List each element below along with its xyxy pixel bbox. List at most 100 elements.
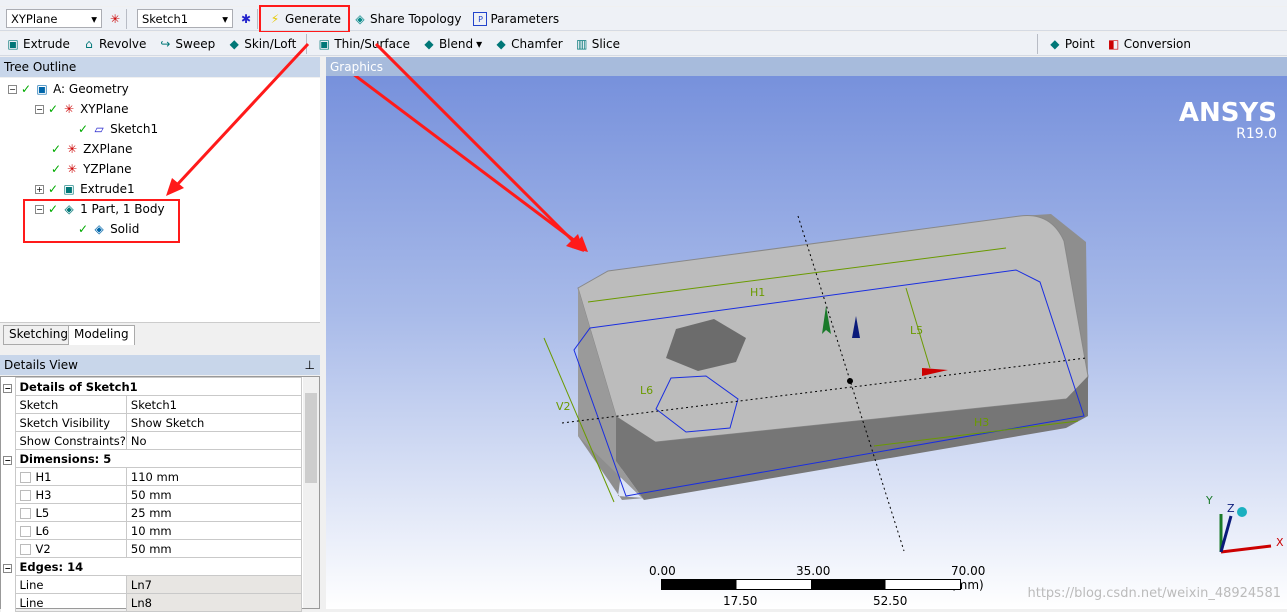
new-sketch-icon[interactable]: ✱ — [239, 12, 253, 26]
slice-icon: ▥ — [576, 36, 588, 51]
share-topology-icon: ◈ — [355, 11, 365, 26]
graphics-viewport[interactable]: ANSYS R19.0 H1 L5 L6 V2 H3 Y Z X 0.00 35.… — [326, 76, 1287, 609]
conversion-button[interactable]: ◧ Conversion — [1101, 33, 1197, 55]
watermark: https://blog.csdn.net/weixin_48924581 — [1027, 586, 1281, 601]
revolve-button[interactable]: ⌂ Revolve — [76, 33, 152, 55]
point-icon: ◆ — [1050, 36, 1060, 51]
parameter-checkbox[interactable] — [19, 489, 31, 501]
dim-label-h1[interactable]: H1 — [750, 286, 765, 299]
details-group[interactable]: − Details of Sketch1 — [1, 377, 302, 396]
parameter-checkbox[interactable] — [19, 471, 31, 483]
details-row[interactable]: H1 110 mm — [1, 467, 303, 486]
check-icon: ✓ — [78, 222, 89, 236]
tree-node-extrude1[interactable]: + ✓ ▣ Extrude1 — [35, 182, 135, 196]
point-button[interactable]: ◆ Point — [1042, 33, 1101, 55]
thin-surface-button[interactable]: ▣ Thin/Surface — [311, 33, 416, 55]
mode-tabs: Sketching Modeling — [0, 322, 320, 346]
details-row[interactable]: Sketch Sketch1 — [1, 395, 303, 414]
tree-node-geometry[interactable]: − ✓ ▣ A: Geometry — [8, 82, 129, 96]
details-row[interactable]: Show Constraints? No — [1, 431, 303, 450]
dim-label-l5[interactable]: L5 — [910, 324, 923, 337]
new-plane-icon[interactable]: ✳ — [108, 12, 122, 26]
slice-button[interactable]: ▥ Slice — [569, 33, 626, 55]
conversion-icon: ◧ — [1108, 36, 1120, 51]
parameter-checkbox[interactable] — [19, 525, 31, 537]
check-icon: ✓ — [51, 162, 62, 176]
collapse-icon[interactable]: − — [1, 449, 15, 468]
tree-node-xyplane[interactable]: − ✓ ✳ XYPlane — [35, 102, 129, 116]
plane-icon: ✳ — [64, 102, 75, 116]
chamfer-icon: ◆ — [496, 36, 506, 51]
tree-node-solid[interactable]: ✓ ◈ Solid — [78, 222, 139, 236]
expand-icon[interactable]: + — [35, 184, 44, 194]
details-row[interactable]: H3 50 mm — [1, 485, 303, 504]
toolbar-features: ▣ Extrude ⌂ Revolve ↪ Sweep ◆ Skin/Loft ▣ Thi… — [0, 32, 1287, 56]
chevron-down-icon: ▾ — [476, 36, 483, 51]
geometry-icon: ▣ — [36, 82, 48, 96]
axis-label-x: X — [1276, 536, 1284, 549]
details-group[interactable]: − Edges: 14 — [1, 557, 302, 576]
chamfer-button[interactable]: ◆ Chamfer — [488, 33, 569, 55]
extrude-icon: ▣ — [63, 182, 75, 196]
details-header: Details View ⊥ — [0, 355, 320, 375]
tree-outline-header: Tree Outline — [0, 57, 320, 77]
tree-node-part-body[interactable]: − ✓ ◈ 1 Part, 1 Body — [35, 202, 165, 216]
plane-select[interactable]: XYPlane ▾ — [6, 9, 102, 28]
collapse-icon[interactable]: − — [1, 557, 15, 576]
scrollbar[interactable] — [303, 377, 319, 608]
pin-icon[interactable]: ⊥ — [305, 358, 315, 372]
toolbar-top: XYPlane ▾ ✳ Sketch1 ▾ ✱ ⚡ Generate ◈ Share T… — [0, 4, 1287, 33]
tree-node-yzplane[interactable]: ✓ ✳ YZPlane — [51, 162, 132, 176]
check-icon: ✓ — [48, 202, 59, 216]
details-group[interactable]: − Dimensions: 5 — [1, 449, 302, 468]
annotation-arrow — [353, 76, 580, 246]
collapse-icon[interactable]: − — [35, 204, 44, 214]
part-icon: ◈ — [64, 202, 74, 216]
collapse-icon[interactable]: − — [1, 377, 15, 396]
blend-button[interactable]: ◆ Blend ▾ — [416, 33, 488, 55]
tree-node-zxplane[interactable]: ✓ ✳ ZXPlane — [51, 142, 132, 156]
origin-point — [847, 378, 853, 384]
blend-icon: ◆ — [424, 36, 434, 51]
details-row[interactable]: V2 50 mm — [1, 539, 303, 558]
plane-icon: ✳ — [67, 162, 78, 176]
axis-x-line — [1220, 544, 1272, 554]
lightning-icon: ⚡ — [270, 11, 280, 26]
collapse-icon[interactable]: − — [35, 104, 44, 114]
tab-sketching[interactable]: Sketching — [3, 325, 74, 345]
parameter-checkbox[interactable] — [19, 543, 31, 555]
parameters-icon: P — [473, 11, 488, 26]
details-view: − Details of Sketch1 Sketch Sketch1 Sketch V… — [0, 376, 320, 612]
details-row[interactable]: Line Ln7 — [1, 575, 303, 594]
plane-icon: ✳ — [67, 142, 78, 156]
extrude-button[interactable]: ▣ Extrude — [0, 33, 76, 55]
sketch-icon: ▱ — [94, 122, 104, 136]
details-row[interactable]: Sketch Visibility Show Sketch — [1, 413, 303, 432]
check-icon: ✓ — [78, 122, 89, 136]
chevron-down-icon: ▾ — [222, 11, 228, 26]
sweep-button[interactable]: ↪ Sweep — [152, 33, 221, 55]
chevron-down-icon: ▾ — [91, 11, 97, 26]
sketch-select[interactable]: Sketch1 ▾ — [137, 9, 233, 28]
generate-button[interactable]: ⚡ Generate — [258, 4, 351, 33]
tab-modeling[interactable]: Modeling — [68, 325, 135, 345]
tree-node-sketch1[interactable]: ✓ ▱ Sketch1 — [78, 122, 158, 136]
skin-loft-icon: ◆ — [229, 36, 239, 51]
scrollbar-thumb[interactable] — [305, 393, 317, 483]
dim-label-l6[interactable]: L6 — [640, 384, 653, 397]
details-row[interactable]: L5 25 mm — [1, 503, 303, 522]
dim-label-v2[interactable]: V2 — [556, 400, 571, 413]
details-row[interactable]: L6 10 mm — [1, 521, 303, 540]
check-icon: ✓ — [51, 142, 62, 156]
parameters-button[interactable]: P Parameters — [467, 8, 565, 30]
share-topology-button[interactable]: ◈ Share Topology — [347, 8, 467, 30]
dim-label-h3[interactable]: H3 — [974, 416, 989, 429]
skin-loft-button[interactable]: ◆ Skin/Loft — [221, 33, 302, 55]
scale-bar: 0.00 35.00 70.00 (mm) 17.50 52.50 — [649, 564, 986, 608]
check-icon: ✓ — [48, 182, 59, 196]
graphics-header: Graphics — [326, 57, 1287, 77]
revolve-icon: ⌂ — [85, 36, 93, 51]
extrude-icon: ▣ — [7, 36, 19, 51]
collapse-icon[interactable]: − — [8, 84, 17, 94]
parameter-checkbox[interactable] — [19, 507, 31, 519]
